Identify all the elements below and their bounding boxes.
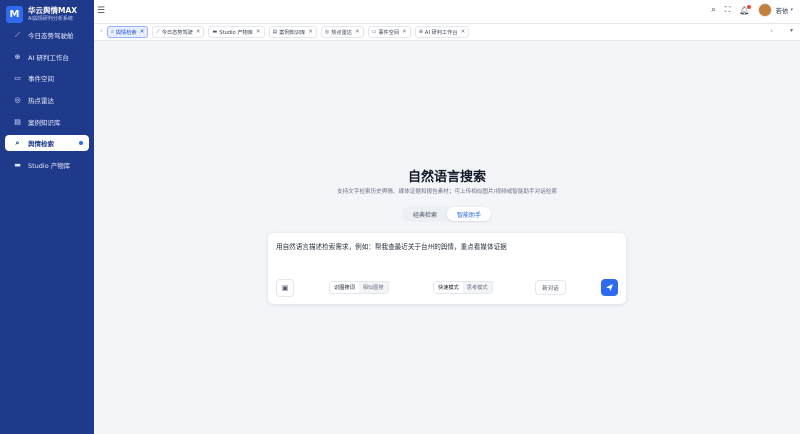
sidebar-item-label: 热点雷达 [28, 97, 54, 106]
assistant-tab[interactable]: 智能助手 [447, 207, 491, 221]
close-icon[interactable]: ✕ [308, 29, 313, 35]
thinking-mode-option[interactable]: 思考模式 [462, 282, 492, 293]
sidebar: M 华云舆情MAX AI舆情研判分析系统 ⟋ 今日态势驾驶舱 ⊕ AI 研判工作台 ▭ 事… [0, 0, 94, 434]
send-icon [605, 283, 614, 292]
brand[interactable]: M 华云舆情MAX AI舆情研判分析系统 [0, 0, 94, 26]
radar-icon: ◎ [324, 29, 330, 35]
archive-icon: ▬ [212, 29, 218, 35]
sidebar-nav: ⟋ 今日态势驾驶舱 ⊕ AI 研判工作台 ▭ 事件空间 ◎ 热点雷达 ▤ 案例知识库 ⌕ 舆情检索 ▬ S… [0, 27, 94, 173]
classic-search-tab[interactable]: 经典检索 [403, 207, 447, 221]
similar-image-option[interactable]: 相似图搜 [358, 282, 388, 293]
chevron-down-icon[interactable]: ▾ [790, 7, 793, 13]
tab-label: 舆情检索 [115, 29, 137, 36]
sidebar-item-6[interactable]: ▬ Studio 产物库 [5, 157, 89, 173]
tab-scroll-left-icon[interactable]: ‹ [100, 27, 103, 35]
sidebar-item-3[interactable]: ◎ 热点雷达 [5, 92, 89, 108]
close-icon[interactable]: ✕ [355, 29, 360, 35]
search-mode-switch: 经典检索 智能助手 [402, 206, 492, 222]
brand-logo: M [6, 6, 23, 23]
topbar: ☰ ⌕ ⛶ 🔔︎ 若依 ▾ [94, 0, 800, 24]
sidebar-item-2[interactable]: ▭ 事件空间 [5, 70, 89, 86]
tab-more-icon[interactable]: ▾ [790, 27, 793, 34]
fast-mode-option[interactable]: 快速模式 [434, 282, 463, 293]
fullscreen-icon[interactable]: ⛶ [725, 5, 731, 15]
tab-label: 案例知识库 [279, 29, 306, 36]
folder-icon: ▭ [371, 29, 377, 35]
search-card: 用自然语言描述检索需求，例如：帮我查最近关于台州的舆情，重点看媒体证据 ▣ 识图… [268, 233, 626, 304]
menu-toggle-icon[interactable]: ☰ [97, 6, 105, 16]
sidebar-item-label: AI 研判工作台 [28, 53, 69, 62]
tab-label: 热点雷达 [331, 29, 352, 36]
trend-chart-icon: ⟋ [15, 30, 20, 39]
user-name[interactable]: 若依 [775, 5, 788, 15]
globe-icon: ⊕ [418, 29, 423, 35]
image-to-keyword-option[interactable]: 识图搜词 [330, 282, 359, 293]
page-title: 自然语言搜索 [407, 170, 486, 185]
page-subtitle: 支持文字检索历史舆情、媒体证据和报告素材；可上传相似图片/视频或智能助手对话检索 [336, 189, 558, 195]
image-search-toggle: 识图搜词 相似图搜 [329, 281, 389, 294]
tab-2[interactable]: ▬ Studio 产物库 ✕ [208, 26, 265, 38]
close-icon[interactable]: ✕ [256, 29, 261, 35]
image-icon: ▣ [281, 284, 289, 292]
folder-icon: ▭ [14, 74, 21, 83]
sidebar-item-label: 事件空间 [28, 75, 54, 84]
tab-label: 今日态势驾驶 [161, 29, 193, 36]
active-indicator-dot [79, 141, 83, 146]
brand-name: 华云舆情MAX [28, 6, 78, 16]
sidebar-item-label: 舆情检索 [28, 140, 54, 149]
tab-label: 事件空间 [378, 29, 400, 36]
notification-dot [747, 4, 752, 9]
upload-image-button[interactable]: ▣ [276, 279, 294, 297]
search-icon: ⌕ [15, 138, 20, 147]
book-icon: ▤ [14, 117, 21, 126]
tab-label: AI 研判工作台 [424, 29, 458, 36]
tab-4[interactable]: ◎ 热点雷达 ✕ [320, 26, 364, 38]
speed-mode-toggle: 快速模式 思考模式 [433, 281, 493, 294]
sidebar-item-0[interactable]: ⟋ 今日态势驾驶舱 [5, 27, 89, 43]
globe-icon: ⊕ [14, 52, 21, 61]
tab-6[interactable]: ⊕ AI 研判工作台 ✕ [414, 26, 470, 38]
main-content: 自然语言搜索 支持文字检索历史舆情、媒体证据和报告素材；可上传相似图片/视频或智… [94, 42, 800, 434]
tab-label: Studio 产物库 [219, 29, 253, 36]
close-icon[interactable]: ✕ [402, 29, 407, 35]
sidebar-item-4[interactable]: ▤ 案例知识库 [5, 114, 89, 130]
tab-1[interactable]: ⟋ 今日态势驾驶 ✕ [152, 26, 205, 38]
radar-icon: ◎ [14, 96, 21, 105]
avatar[interactable] [758, 3, 773, 17]
trend-chart-icon: ⟋ [156, 29, 160, 35]
send-button[interactable] [601, 279, 618, 296]
sidebar-item-label: 案例知识库 [28, 118, 61, 127]
sidebar-item-label: 今日态势驾驶舱 [28, 32, 74, 40]
search-icon: ⌕ [111, 29, 114, 35]
tab-scroll-right-icon[interactable]: › [770, 27, 773, 35]
bell-icon[interactable]: 🔔︎ [739, 4, 752, 15]
tab-bar: ‹ ⌕ 舆情检索 ✕ ⟋ 今日态势驾驶 ✕ ▬ Studio 产物库 ✕ ▤ 案例知识库 ✕ ◎ 热点雷达… [94, 24, 800, 41]
sidebar-item-1[interactable]: ⊕ AI 研判工作台 [5, 49, 89, 65]
query-input[interactable]: 用自然语言描述检索需求，例如：帮我查最近关于台州的舆情，重点看媒体证据 [276, 241, 507, 251]
search-icon[interactable]: ⌕ [711, 5, 715, 15]
tab-list: ⌕ 舆情检索 ✕ ⟋ 今日态势驾驶 ✕ ▬ Studio 产物库 ✕ ▤ 案例知识库 ✕ ◎ 热点雷达 ✕ ▭… [107, 26, 473, 38]
book-icon: ▤ [272, 29, 278, 35]
archive-icon: ▬ [14, 161, 21, 170]
tab-0[interactable]: ⌕ 舆情检索 ✕ [107, 26, 149, 38]
close-icon[interactable]: ✕ [461, 29, 466, 35]
new-chat-button[interactable]: 新对话 [535, 280, 566, 295]
tab-5[interactable]: ▭ 事件空间 ✕ [367, 26, 411, 38]
sidebar-item-5[interactable]: ⌕ 舆情检索 [5, 135, 89, 152]
tab-3[interactable]: ▤ 案例知识库 ✕ [268, 26, 317, 38]
brand-subtitle: AI舆情研判分析系统 [28, 15, 73, 22]
close-icon[interactable]: ✕ [196, 29, 201, 35]
sidebar-item-label: Studio 产物库 [28, 162, 71, 171]
close-icon[interactable]: ✕ [140, 29, 145, 35]
